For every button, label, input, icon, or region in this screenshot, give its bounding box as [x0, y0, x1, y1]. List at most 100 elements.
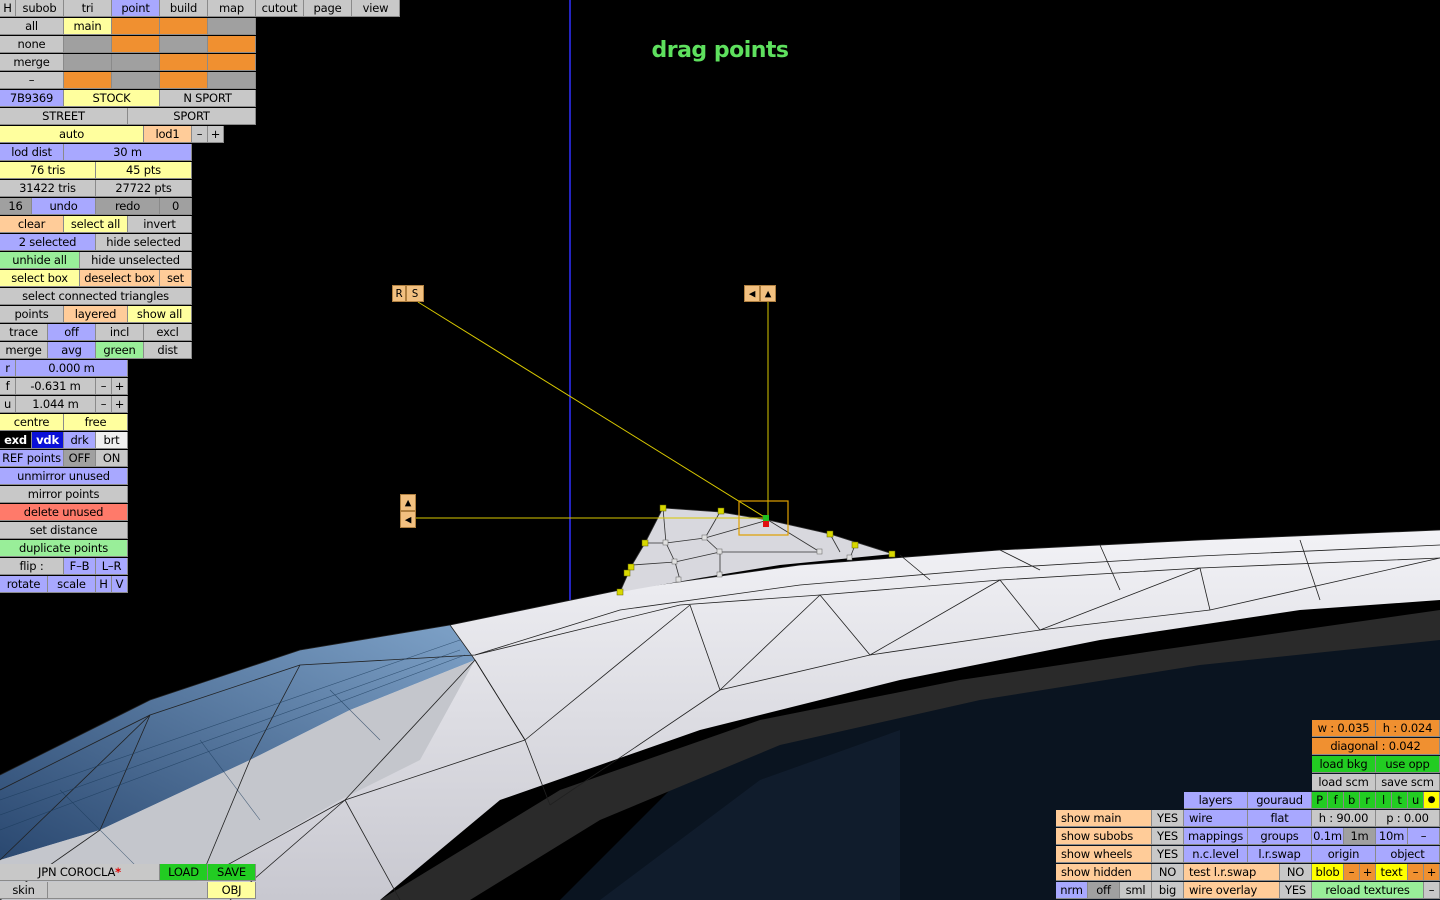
- layer-cell[interactable]: [160, 36, 208, 53]
- set-distance-button[interactable]: set distance: [0, 522, 128, 539]
- trace-excl-button[interactable]: excl: [144, 324, 192, 341]
- f-coord-plus[interactable]: +: [112, 378, 128, 395]
- cam-under-button[interactable]: u: [1408, 792, 1424, 809]
- trace-off-button[interactable]: off: [48, 324, 96, 341]
- normals-off-button[interactable]: off: [1088, 882, 1120, 899]
- layer-cell[interactable]: [64, 54, 112, 71]
- hide-unselected-button[interactable]: hide unselected: [80, 252, 192, 269]
- load-scm-button[interactable]: load scm: [1312, 774, 1376, 791]
- select-connected-triangles-button[interactable]: select connected triangles: [0, 288, 192, 305]
- select-box-button[interactable]: select box: [0, 270, 80, 287]
- merge-dist-button[interactable]: dist: [144, 342, 192, 359]
- render-drk-button[interactable]: drk: [64, 432, 96, 449]
- select-none-mode[interactable]: none: [0, 36, 64, 53]
- select-merge-mode[interactable]: merge: [0, 54, 64, 71]
- step-minus-button[interactable]: –: [1408, 828, 1440, 845]
- gizmo-up-arrow-handle[interactable]: ▲: [760, 285, 776, 302]
- menu-page[interactable]: page: [304, 0, 352, 17]
- show-subobs-toggle[interactable]: YES: [1152, 828, 1184, 845]
- wire-overlay-label[interactable]: wire overlay: [1184, 882, 1280, 899]
- gizmo-left-arrow-handle-2[interactable]: ◀: [400, 511, 416, 528]
- obj-button[interactable]: OBJ: [208, 882, 256, 899]
- unmirror-unused-button[interactable]: unmirror unused: [0, 468, 128, 485]
- redo-button[interactable]: redo: [96, 198, 160, 215]
- cam-top-button[interactable]: t: [1392, 792, 1408, 809]
- lod-dist-value[interactable]: 30 m: [64, 144, 192, 161]
- layer-cell[interactable]: [208, 18, 256, 35]
- stock-button[interactable]: STOCK: [64, 90, 160, 107]
- flip-lr-button[interactable]: L–R: [96, 558, 128, 575]
- load-button[interactable]: LOAD: [160, 864, 208, 881]
- unhide-all-button[interactable]: unhide all: [0, 252, 80, 269]
- test-lr-swap-label[interactable]: test l.r.swap: [1184, 864, 1280, 881]
- layer-cell[interactable]: [112, 54, 160, 71]
- menu-view[interactable]: view: [352, 0, 400, 17]
- reload-textures-button[interactable]: reload textures: [1312, 882, 1424, 899]
- nc-level-button[interactable]: n.c.level: [1184, 846, 1248, 863]
- menu-cutout[interactable]: cutout: [256, 0, 304, 17]
- show-hidden-label[interactable]: show hidden: [1056, 864, 1152, 881]
- cam-front-button[interactable]: f: [1328, 792, 1344, 809]
- lod-level-button[interactable]: lod1: [144, 126, 192, 143]
- set-box-button[interactable]: set: [160, 270, 192, 287]
- layer-cell[interactable]: [112, 36, 160, 53]
- lod-minus-button[interactable]: –: [192, 126, 208, 143]
- cam-back-button[interactable]: b: [1344, 792, 1360, 809]
- test-lr-swap-toggle[interactable]: NO: [1280, 864, 1312, 881]
- text-minus-button[interactable]: –: [1408, 864, 1424, 881]
- layers-button[interactable]: layers: [1184, 792, 1248, 809]
- gizmo-rotate-handle[interactable]: R: [392, 285, 406, 302]
- menu-map[interactable]: map: [208, 0, 256, 17]
- flip-fb-button[interactable]: F–B: [64, 558, 96, 575]
- f-coord-minus[interactable]: –: [96, 378, 112, 395]
- hide-selected-button[interactable]: hide selected: [96, 234, 192, 251]
- duplicate-points-button[interactable]: duplicate points: [0, 540, 128, 557]
- blob-button[interactable]: blob: [1312, 864, 1344, 881]
- cam-persp-button[interactable]: P: [1312, 792, 1328, 809]
- load-bkg-button[interactable]: load bkg: [1312, 756, 1376, 773]
- flat-button[interactable]: flat: [1248, 810, 1312, 827]
- blob-minus-button[interactable]: –: [1344, 864, 1360, 881]
- car-name-field[interactable]: JPN COROCLA*: [0, 864, 160, 881]
- trace-incl-button[interactable]: incl: [96, 324, 144, 341]
- menu-subob[interactable]: subob: [16, 0, 64, 17]
- gizmo-left-arrow-handle[interactable]: ◀: [744, 285, 760, 302]
- menu-h[interactable]: H: [0, 0, 16, 17]
- gizmo-up-arrow-handle-2[interactable]: ▲: [400, 494, 416, 511]
- deselect-box-button[interactable]: deselect box: [80, 270, 160, 287]
- auto-lod-button[interactable]: auto: [0, 126, 144, 143]
- scale-button[interactable]: scale: [48, 576, 96, 593]
- show-main-toggle[interactable]: YES: [1152, 810, 1184, 827]
- layer-cell[interactable]: [160, 54, 208, 71]
- select-main-mode[interactable]: main: [64, 18, 112, 35]
- cam-left-button[interactable]: l: [1376, 792, 1392, 809]
- wire-button[interactable]: wire: [1184, 810, 1248, 827]
- lr-swap-button[interactable]: l.r.swap: [1248, 846, 1312, 863]
- render-exd-button[interactable]: exd: [0, 432, 32, 449]
- save-button[interactable]: SAVE: [208, 864, 256, 881]
- show-hidden-toggle[interactable]: NO: [1152, 864, 1184, 881]
- active-point[interactable]: [763, 515, 769, 521]
- pivot-centre-button[interactable]: centre: [0, 414, 64, 431]
- groups-button[interactable]: groups: [1248, 828, 1312, 845]
- merge-green-button[interactable]: green: [96, 342, 144, 359]
- layer-cell[interactable]: [160, 18, 208, 35]
- f-coord-value[interactable]: -0.631 m: [16, 378, 96, 395]
- r-coord-value[interactable]: 0.000 m: [16, 360, 128, 377]
- save-scm-button[interactable]: save scm: [1376, 774, 1440, 791]
- skin-field[interactable]: [48, 882, 208, 899]
- mappings-button[interactable]: mappings: [1184, 828, 1248, 845]
- render-brt-button[interactable]: brt: [96, 432, 128, 449]
- text-plus-button[interactable]: +: [1424, 864, 1440, 881]
- lod-plus-button[interactable]: +: [208, 126, 224, 143]
- show-wheels-label[interactable]: show wheels: [1056, 846, 1152, 863]
- layer-cell[interactable]: [112, 72, 160, 89]
- layered-mode-button[interactable]: layered: [64, 306, 128, 323]
- ref-points-off[interactable]: OFF: [64, 450, 96, 467]
- show-all-points-button[interactable]: show all: [128, 306, 192, 323]
- step-01m-button[interactable]: 0.1m: [1312, 828, 1344, 845]
- menu-build[interactable]: build: [160, 0, 208, 17]
- u-coord-plus[interactable]: +: [112, 396, 128, 413]
- gouraud-button[interactable]: gouraud: [1248, 792, 1312, 809]
- invert-selection-button[interactable]: invert: [128, 216, 192, 233]
